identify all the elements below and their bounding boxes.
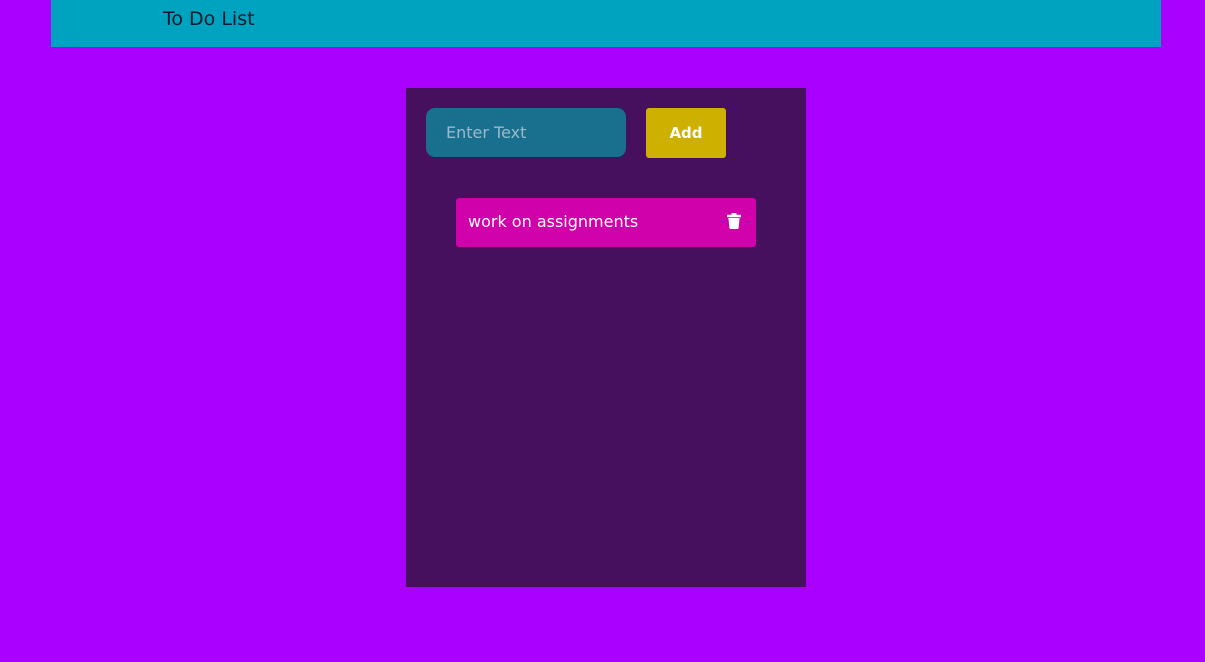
todo-panel: Add work on assignments bbox=[406, 88, 806, 587]
delete-task-button[interactable] bbox=[724, 210, 744, 232]
task-list: work on assignments bbox=[456, 198, 756, 257]
task-text: work on assignments bbox=[468, 212, 639, 231]
task-input[interactable] bbox=[426, 108, 626, 157]
trash-icon[interactable] bbox=[727, 213, 741, 229]
header-bar: To Do List bbox=[51, 0, 1161, 47]
app-title: To Do List bbox=[163, 8, 255, 30]
task-item: work on assignments bbox=[456, 198, 756, 247]
add-button[interactable]: Add bbox=[646, 108, 726, 158]
